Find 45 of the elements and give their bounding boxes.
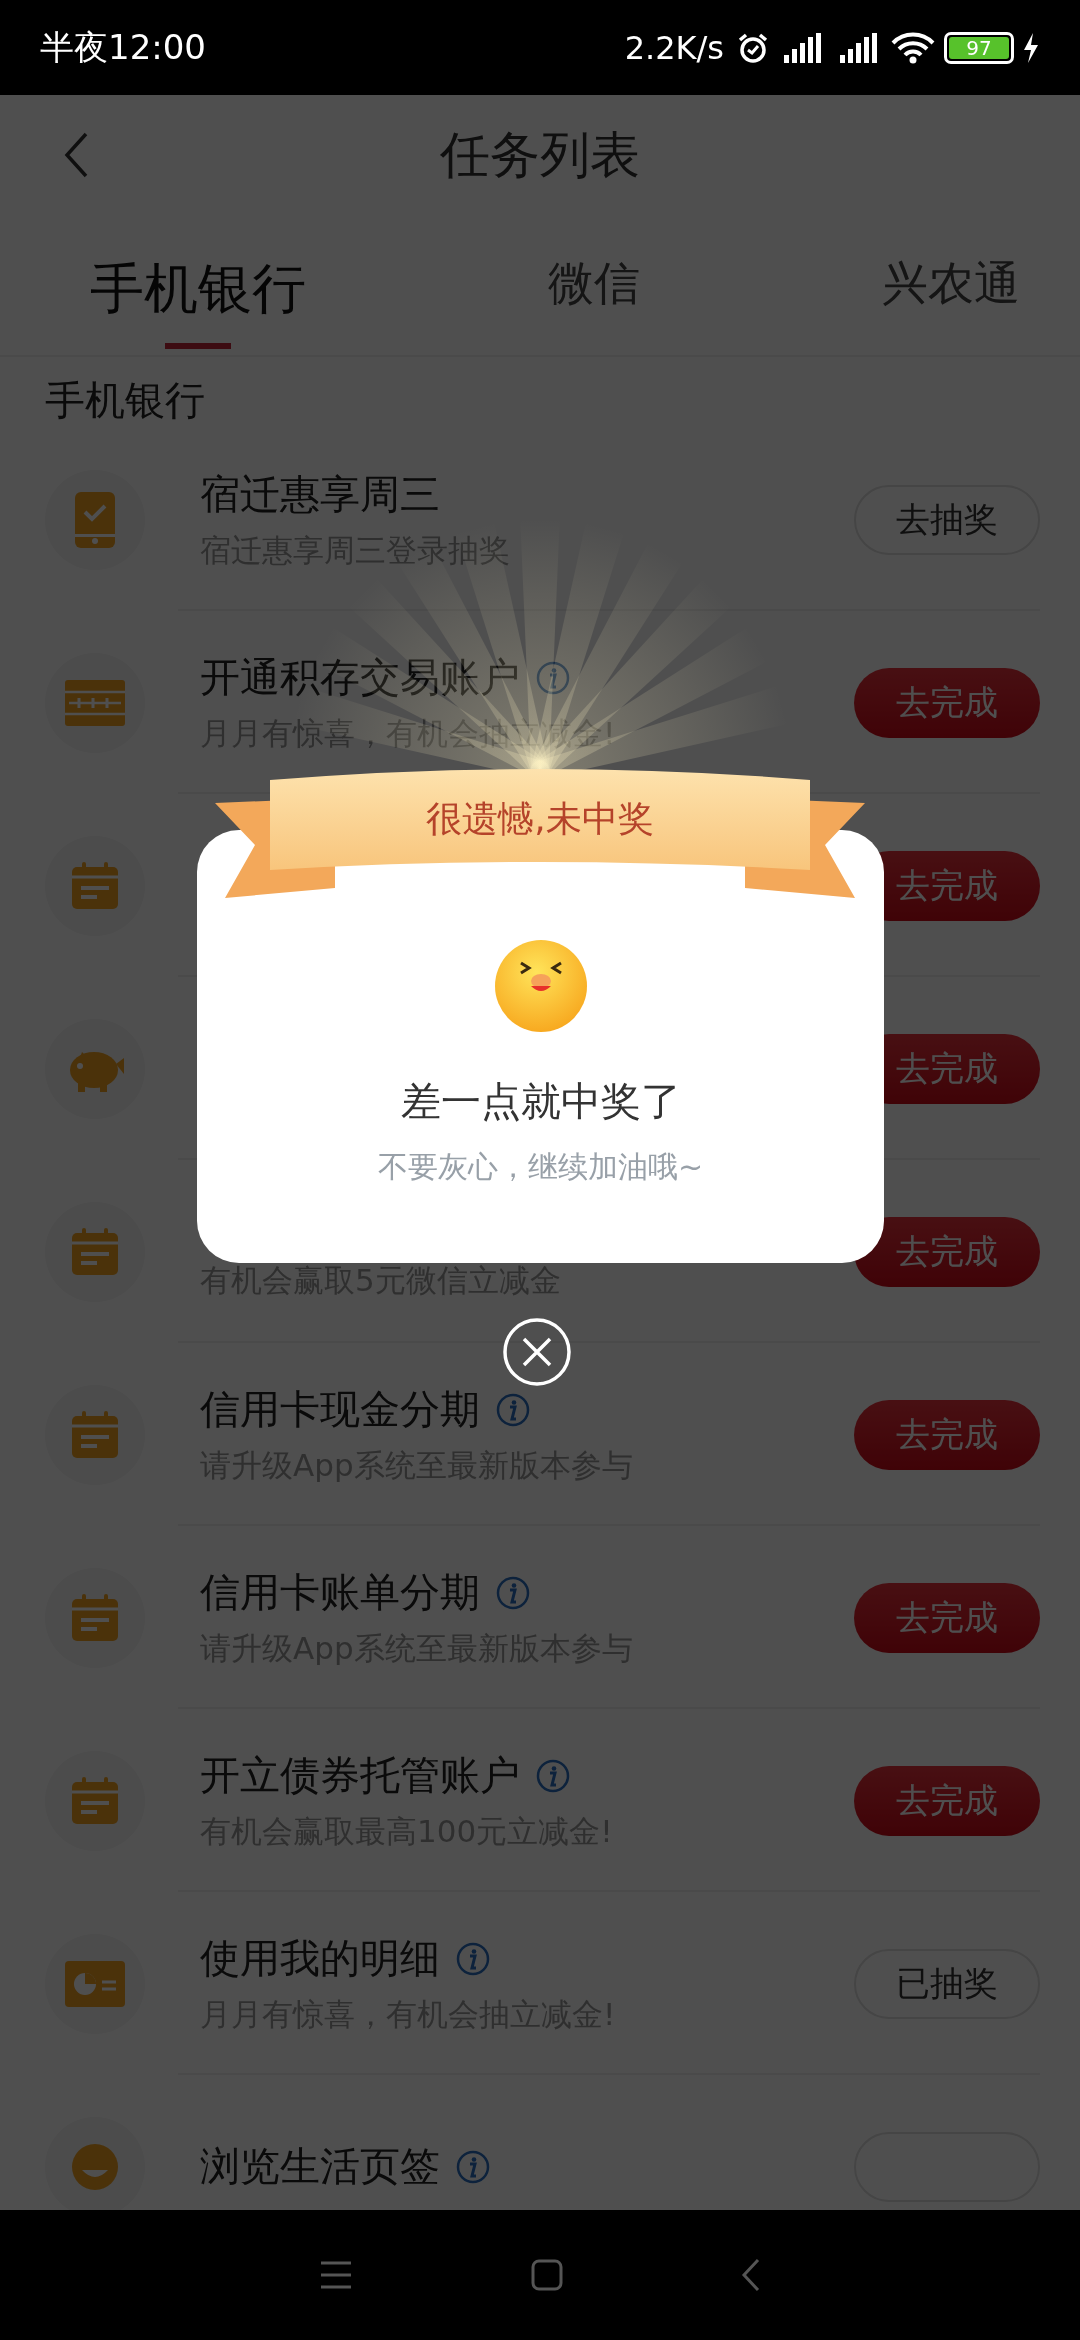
status-time: 半夜12:00 xyxy=(40,25,206,69)
task-title: 信用卡现金分期 xyxy=(200,1385,480,1434)
smiley-icon xyxy=(70,2141,120,2192)
info-icon[interactable] xyxy=(456,2149,490,2184)
task-button[interactable]: 去完成 xyxy=(854,667,1040,738)
battery-level: 97 xyxy=(949,36,1009,59)
page-title: 任务列表 xyxy=(440,124,640,186)
emoji-icon xyxy=(492,938,589,1034)
calendar-icon xyxy=(70,1226,120,1277)
task-title: 开通积存交易账户 xyxy=(200,653,520,702)
task-button[interactable]: 已抽奖 xyxy=(854,1948,1040,2019)
task-title: 信用卡账单分期 xyxy=(200,1568,480,1617)
calendar-icon xyxy=(70,1775,120,1826)
task-button[interactable]: 去完成 xyxy=(854,1582,1040,1653)
info-icon[interactable] xyxy=(496,1575,530,1610)
home-icon[interactable] xyxy=(531,2259,563,2291)
wifi-icon xyxy=(890,30,936,65)
menu-icon[interactable] xyxy=(319,2260,353,2290)
calendar-icon xyxy=(70,860,120,911)
dialog-message: 不要灰心，继续加油哦~ xyxy=(377,1148,704,1186)
dialog-banner-text: 很遗憾,未中奖 xyxy=(425,797,655,841)
dialog-title: 差一点就中奖了 xyxy=(400,1077,681,1126)
abacus-icon xyxy=(65,679,125,726)
network-speed: 2.2K/s xyxy=(624,28,724,67)
calendar-icon xyxy=(70,1409,120,1460)
task-title: 浏览生活页签 xyxy=(200,2142,440,2191)
info-icon[interactable] xyxy=(536,1758,570,1793)
back-icon[interactable] xyxy=(741,2258,761,2292)
chart-card-icon xyxy=(65,1960,125,2007)
task-button[interactable]: 去完成 xyxy=(854,1765,1040,1836)
task-title: 使用我的明细 xyxy=(200,1934,440,1983)
section-title: 手机银行 xyxy=(44,376,206,425)
tab[interactable]: 微信 xyxy=(548,215,640,355)
task-button[interactable]: 去完成 xyxy=(854,1216,1040,1287)
phone-icon xyxy=(73,489,117,550)
calendar-icon xyxy=(70,1592,120,1643)
tab[interactable]: 手机银行 xyxy=(90,215,306,349)
task-title: 开立债券托管账户 xyxy=(200,1751,520,1800)
info-icon[interactable] xyxy=(496,1392,530,1427)
info-icon[interactable] xyxy=(456,1941,490,1976)
close-button[interactable] xyxy=(502,1317,572,1387)
task-button[interactable]: 去完成 xyxy=(854,1399,1040,1470)
task-button[interactable]: 去抽奖 xyxy=(854,484,1040,555)
tab[interactable]: 兴农通 xyxy=(882,215,1020,355)
task-title: 宿迁惠享周三 xyxy=(200,470,440,519)
